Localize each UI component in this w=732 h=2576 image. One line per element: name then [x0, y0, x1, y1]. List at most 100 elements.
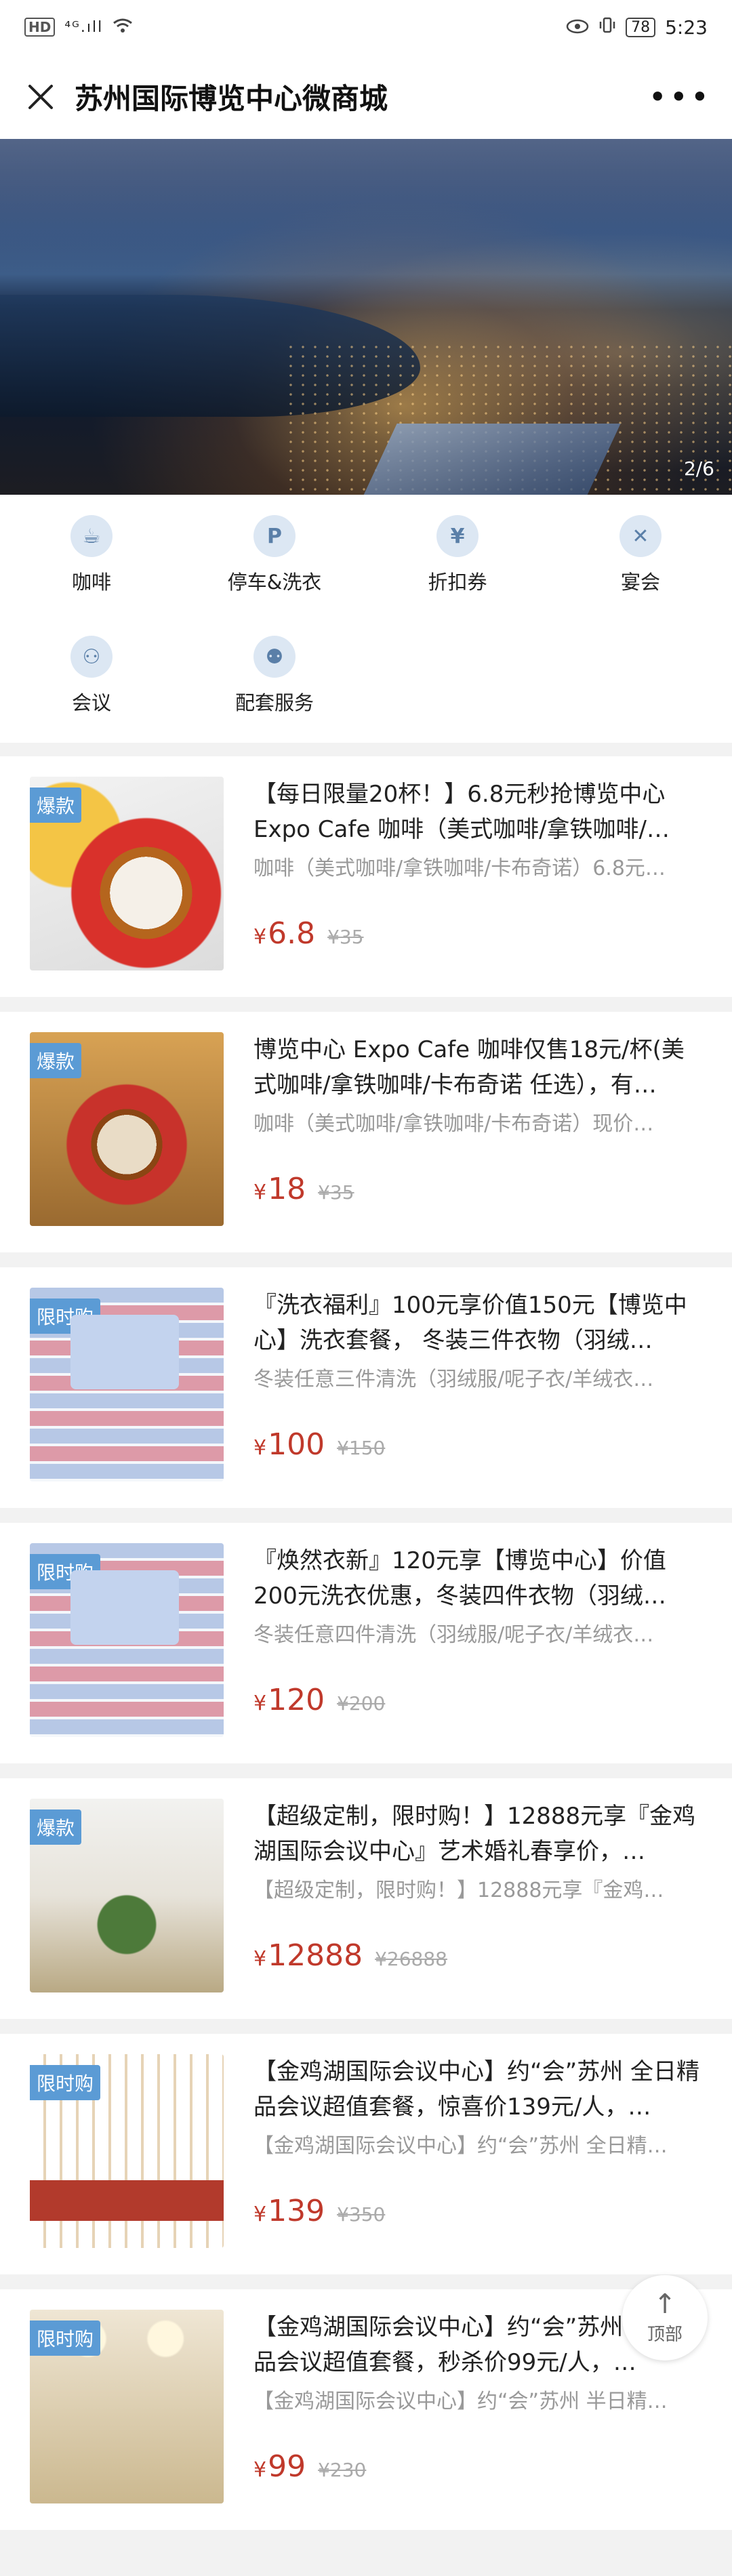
product-card[interactable]: 爆款 博览中心 Expo Cafe 咖啡仅售18元/杯(美式咖啡/拿铁咖啡/卡布…: [0, 1012, 732, 1252]
product-image: 限时购: [30, 1288, 224, 1481]
product-card[interactable]: 爆款 【超级定制，限时购！】12888元享『金鸡湖国际会议中心』艺术婚礼春享价，…: [0, 1778, 732, 2019]
product-title: 『洗衣福利』100元享价值150元【博览中心】洗衣套餐， 冬装三件衣物（羽绒…: [253, 1292, 687, 1354]
status-time: 5:23: [665, 16, 708, 39]
category-meeting[interactable]: ⚇ 会议: [0, 636, 183, 716]
product-original-price: ¥35: [327, 926, 364, 948]
product-subtitle: 冬装任意三件清洗（羽绒服/呢子衣/羊绒衣…: [253, 1368, 654, 1391]
category-services[interactable]: ⚉ 配套服务: [183, 636, 366, 716]
product-image: 限时购: [30, 1543, 224, 1737]
product-title: 【每日限量20杯！】6.8元秒抢博览中心Expo Cafe 咖啡（美式咖啡/拿铁…: [253, 781, 670, 843]
coffee-icon: ☕: [70, 515, 113, 557]
product-card[interactable]: 限时购 『洗衣福利』100元享价值150元【博览中心】洗衣套餐， 冬装三件衣物（…: [0, 1267, 732, 1508]
status-right: 78 5:23: [566, 16, 708, 39]
banner-clouds: [0, 139, 732, 274]
category-coupon[interactable]: ¥ 折扣券: [366, 515, 549, 595]
banquet-icon: ✕: [619, 515, 662, 557]
product-subtitle: 咖啡（美式咖啡/拿铁咖啡/卡布奇诺）现价…: [253, 1112, 654, 1136]
more-icon[interactable]: •••: [649, 79, 712, 115]
category-grid: ☕ 咖啡 P 停车&洗衣 ¥ 折扣券 ✕ 宴会 ⚇ 会议 ⚉ 配套服务: [0, 495, 732, 743]
nav-bar: 苏州国际博览中心微商城 •••: [0, 54, 732, 139]
product-prices: ¥100 ¥150: [253, 1427, 385, 1508]
banner-building: [362, 424, 621, 495]
service-icon: ⚉: [253, 636, 296, 678]
hd-icon: HD: [24, 18, 56, 37]
product-card[interactable]: 限时购 『焕然衣新』120元享【博览中心】价值200元洗衣优惠，冬装四件衣物（羽…: [0, 1523, 732, 1763]
product-original-price: ¥150: [337, 1437, 386, 1459]
product-price: ¥100: [253, 1427, 325, 1462]
battery-icon: 78: [626, 17, 656, 37]
parking-icon: P: [253, 515, 296, 557]
product-price: ¥12888: [253, 1938, 363, 1973]
product-badge: 限时购: [30, 1299, 101, 1334]
coupon-icon: ¥: [436, 515, 479, 557]
product-badge: 爆款: [30, 1043, 82, 1078]
category-label: 宴会: [620, 571, 660, 594]
product-prices: ¥18 ¥35: [253, 1172, 354, 1252]
product-price: ¥6.8: [253, 916, 316, 951]
product-original-price: ¥230: [318, 2459, 367, 2481]
product-card[interactable]: 爆款 【每日限量20杯！】6.8元秒抢博览中心Expo Cafe 咖啡（美式咖啡…: [0, 756, 732, 997]
back-to-top-button[interactable]: ↑ 顶部: [622, 2275, 708, 2360]
product-image: 限时购: [30, 2310, 224, 2503]
product-badge: 限时购: [30, 1554, 101, 1589]
product-info: 博览中心 Expo Cafe 咖啡仅售18元/杯(美式咖啡/拿铁咖啡/卡布奇诺 …: [253, 1032, 705, 1252]
product-prices: ¥120 ¥200: [253, 1683, 385, 1763]
category-banquet[interactable]: ✕ 宴会: [549, 515, 732, 595]
wifi-icon: [113, 16, 133, 39]
product-original-price: ¥35: [318, 1181, 354, 1204]
product-info: 【金鸡湖国际会议中心】约“会”苏州 全日精品会议超值套餐，惊喜价139元/人，……: [253, 2054, 705, 2274]
product-subtitle: 冬装任意四件清洗（羽绒服/呢子衣/羊绒衣…: [253, 1623, 654, 1647]
product-prices: ¥139 ¥350: [253, 2194, 385, 2274]
product-image: 爆款: [30, 1799, 224, 1992]
product-original-price: ¥200: [337, 1692, 386, 1715]
product-title: 【超级定制，限时购！】12888元享『金鸡湖国际会议中心』艺术婚礼春享价，…: [253, 1803, 696, 1865]
product-prices: ¥99 ¥230: [253, 2449, 366, 2530]
arrow-up-icon: ↑: [653, 2288, 676, 2320]
product-original-price: ¥26888: [375, 1948, 447, 1970]
category-label: 会议: [71, 691, 111, 714]
category-label: 折扣券: [428, 571, 487, 594]
vibrate-icon: [598, 16, 616, 39]
product-subtitle: 【金鸡湖国际会议中心】约“会”苏州 半日精…: [253, 2390, 668, 2413]
product-card[interactable]: 限时购 【金鸡湖国际会议中心】约“会”苏州 全日精品会议超值套餐，惊喜价139元…: [0, 2034, 732, 2274]
product-price: ¥120: [253, 1683, 325, 1717]
category-coffee[interactable]: ☕ 咖啡: [0, 515, 183, 595]
banner-carousel[interactable]: 2/6: [0, 139, 732, 495]
meeting-icon: ⚇: [70, 636, 113, 678]
product-list: 爆款 【每日限量20杯！】6.8元秒抢博览中心Expo Cafe 咖啡（美式咖啡…: [0, 756, 732, 2530]
product-info: 【每日限量20杯！】6.8元秒抢博览中心Expo Cafe 咖啡（美式咖啡/拿铁…: [253, 777, 705, 997]
eye-icon: [566, 16, 589, 39]
product-badge: 限时购: [30, 2065, 101, 2100]
carousel-indicator: 2/6: [683, 457, 714, 480]
category-label: 配套服务: [235, 691, 314, 714]
product-badge: 爆款: [30, 788, 82, 823]
product-title: 【金鸡湖国际会议中心】约“会”苏州 全日精品会议超值套餐，惊喜价139元/人，…: [253, 2058, 700, 2121]
product-original-price: ¥350: [337, 2203, 386, 2226]
product-card[interactable]: 限时购 【金鸡湖国际会议中心】约“会”苏州 半日精品会议超值套餐，秒杀价99元/…: [0, 2289, 732, 2530]
product-title: 博览中心 Expo Cafe 咖啡仅售18元/杯(美式咖啡/拿铁咖啡/卡布奇诺 …: [253, 1036, 685, 1099]
close-icon[interactable]: [20, 77, 61, 117]
product-info: 『焕然衣新』120元享【博览中心】价值200元洗衣优惠，冬装四件衣物（羽绒… 冬…: [253, 1543, 705, 1763]
product-badge: 限时购: [30, 2321, 101, 2356]
category-label: 咖啡: [71, 571, 111, 594]
product-price: ¥18: [253, 1172, 306, 1206]
back-to-top-label: 顶部: [647, 2324, 683, 2345]
product-subtitle: 【金鸡湖国际会议中心】约“会”苏州 全日精…: [253, 2134, 668, 2158]
category-parking-laundry[interactable]: P 停车&洗衣: [183, 515, 366, 595]
status-bar: HD ⁴ᴳ.ıll 78 5:23: [0, 0, 732, 54]
product-title: 『焕然衣新』120元享【博览中心】价值200元洗衣优惠，冬装四件衣物（羽绒…: [253, 1547, 666, 1610]
product-price: ¥139: [253, 2194, 325, 2228]
product-price: ¥99: [253, 2449, 306, 2484]
status-left: HD ⁴ᴳ.ıll: [24, 16, 133, 39]
signal-icon: ⁴ᴳ.ıll: [64, 18, 104, 36]
product-image: 限时购: [30, 2054, 224, 2248]
product-prices: ¥12888 ¥26888: [253, 1938, 447, 2019]
product-prices: ¥6.8 ¥35: [253, 916, 364, 997]
product-subtitle: 咖啡（美式咖啡/拿铁咖啡/卡布奇诺）6.8元…: [253, 857, 666, 880]
product-badge: 爆款: [30, 1810, 82, 1845]
category-label: 停车&洗衣: [227, 571, 322, 594]
product-subtitle: 【超级定制，限时购！】12888元享『金鸡…: [253, 1879, 664, 1902]
product-info: 【超级定制，限时购！】12888元享『金鸡湖国际会议中心』艺术婚礼春享价，… 【…: [253, 1799, 705, 2019]
product-info: 『洗衣福利』100元享价值150元【博览中心】洗衣套餐， 冬装三件衣物（羽绒… …: [253, 1288, 705, 1508]
page-title: 苏州国际博览中心微商城: [75, 82, 388, 115]
